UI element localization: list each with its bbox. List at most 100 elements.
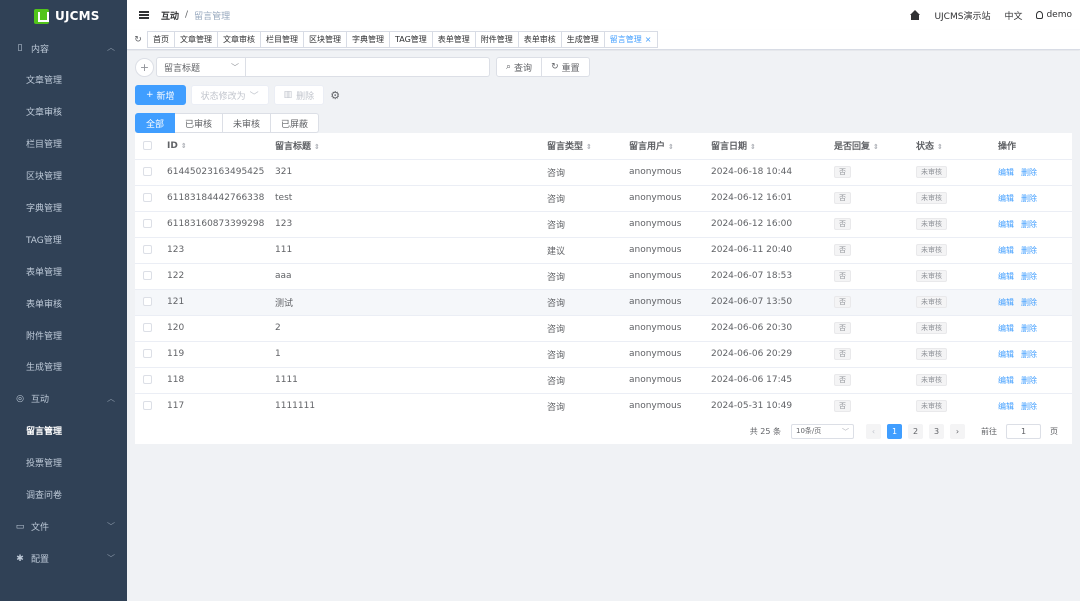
row-checkbox[interactable] (143, 323, 152, 332)
row-checkbox[interactable] (143, 271, 152, 280)
row-checkbox[interactable] (143, 167, 152, 176)
menu-group-config[interactable]: ✱ 配置 ﹀ (0, 543, 127, 575)
user-menu[interactable]: demo (1036, 10, 1072, 20)
edit-link[interactable]: 编辑 (998, 168, 1014, 177)
column-settings-icon[interactable]: ⚙ (329, 89, 341, 102)
row-checkbox[interactable] (143, 219, 152, 228)
sidebar-item-form[interactable]: 表单管理 (0, 255, 127, 287)
refresh-icon[interactable]: ↻ (132, 34, 144, 46)
column-replied[interactable]: 是否回复 ⇕ (834, 133, 916, 160)
search-field-select[interactable]: 留言标题 ﹀ (156, 57, 246, 77)
prev-page-button[interactable]: ‹ (866, 423, 881, 439)
page-size-select[interactable]: 10条/页 ﹀ (791, 423, 854, 439)
column-date[interactable]: 留言日期 ⇕ (711, 133, 834, 160)
delete-link[interactable]: 删除 (1021, 350, 1037, 359)
tab-home[interactable]: 首页 (147, 31, 174, 48)
table-row[interactable]: 119 1 咨询 anonymous 2024-06-06 20:29 否 未审核 编辑 删除 (135, 341, 1072, 368)
tab-attachment[interactable]: 附件管理 (474, 31, 518, 48)
edit-link[interactable]: 编辑 (998, 350, 1014, 359)
tab-article[interactable]: 文章管理 (174, 31, 217, 48)
sidebar-item-dict[interactable]: 字典管理 (0, 192, 127, 224)
delete-button[interactable]: ▥ 删除 (273, 85, 325, 105)
delete-link[interactable]: 删除 (1021, 402, 1037, 411)
delete-link[interactable]: 删除 (1021, 246, 1037, 255)
row-checkbox[interactable] (143, 297, 152, 306)
tab-message[interactable]: 留言管理 × (603, 31, 658, 48)
sidebar-item-article-review[interactable]: 文章审核 (0, 96, 127, 128)
sort-icon[interactable]: ⇕ (873, 143, 879, 151)
table-row[interactable]: 120 2 咨询 anonymous 2024-06-06 20:30 否 未审核 编辑 删除 (135, 315, 1072, 342)
table-row[interactable]: 61183160873399298 123 咨询 anonymous 2024-06-1… (135, 211, 1072, 238)
edit-link[interactable]: 编辑 (998, 246, 1014, 255)
sidebar-item-form-review[interactable]: 表单审核 (0, 287, 127, 319)
sort-icon[interactable]: ⇕ (668, 143, 674, 151)
table-row[interactable]: 122 aaa 咨询 anonymous 2024-06-07 18:53 否 未审核 编辑删… (135, 263, 1072, 290)
menu-group-file[interactable]: ▭ 文件 ﹀ (0, 511, 127, 543)
edit-link[interactable]: 编辑 (998, 324, 1014, 333)
sidebar-item-generate[interactable]: 生成管理 (0, 351, 127, 383)
site-link[interactable]: UJCMS演示站 (934, 9, 990, 22)
status-tab-unreviewed[interactable]: 未审核 (223, 113, 272, 133)
tab-article-review[interactable]: 文章审核 (217, 31, 260, 48)
table-row[interactable]: 118 1111 咨询 anonymous 2024-06-06 17:45 否 未审核 编辑… (135, 367, 1072, 394)
goto-page-input[interactable]: 1 (1006, 423, 1041, 439)
table-row[interactable]: 61183184442766338 test 咨询 anonymous 2024-06-… (135, 185, 1072, 212)
next-page-button[interactable]: › (950, 423, 965, 439)
delete-link[interactable]: 删除 (1021, 376, 1037, 385)
select-all-checkbox[interactable] (143, 140, 152, 150)
sidebar-item-channel[interactable]: 栏目管理 (0, 128, 127, 160)
table-row[interactable]: 117 1111111 咨询 anonymous 2024-05-31 10:49 否 未审… (135, 393, 1072, 420)
table-row[interactable]: 121 测试 咨询 anonymous 2024-06-07 13:50 否 未审核 编辑 删除 (135, 289, 1072, 316)
column-type[interactable]: 留言类型 ⇕ (547, 133, 629, 160)
delete-link[interactable]: 删除 (1021, 168, 1037, 177)
column-user[interactable]: 留言用户 ⇕ (629, 133, 711, 160)
query-button[interactable]: ⌕ 查询 (496, 57, 543, 77)
status-tab-all[interactable]: 全部 (135, 113, 176, 133)
sidebar-item-article[interactable]: 文章管理 (0, 64, 127, 96)
column-title[interactable]: 留言标题 ⇕ (275, 133, 547, 160)
row-checkbox[interactable] (143, 193, 152, 202)
language-switch[interactable]: 中文 (1004, 9, 1022, 22)
table-row[interactable]: 61445023163495425 321 咨询 anonymous 2024-06-1… (135, 159, 1072, 186)
status-change-dropdown[interactable]: 状态修改为 ﹀ (190, 85, 269, 105)
tab-tag[interactable]: TAG管理 (389, 31, 432, 48)
sidebar-item-tag[interactable]: TAG管理 (0, 223, 127, 255)
delete-link[interactable]: 删除 (1021, 298, 1037, 307)
menu-group-interaction[interactable]: ◎ 互动 ︿ (0, 383, 127, 415)
menu-group-content[interactable]: ▯ 内容 ︿ (0, 32, 127, 64)
edit-link[interactable]: 编辑 (998, 376, 1014, 385)
delete-link[interactable]: 删除 (1021, 194, 1037, 203)
edit-link[interactable]: 编辑 (998, 272, 1014, 281)
edit-link[interactable]: 编辑 (998, 194, 1014, 203)
home-icon[interactable] (910, 10, 921, 20)
delete-link[interactable]: 删除 (1021, 324, 1037, 333)
sidebar-item-vote[interactable]: 投票管理 (0, 447, 127, 479)
expand-search-icon[interactable]: + (135, 57, 154, 77)
page-button[interactable]: 1 (887, 423, 902, 439)
sidebar-item-survey[interactable]: 调查问卷 (0, 479, 127, 511)
tab-form-review[interactable]: 表单审核 (517, 31, 561, 48)
status-tab-blocked[interactable]: 已屏蔽 (271, 113, 320, 133)
edit-link[interactable]: 编辑 (998, 298, 1014, 307)
delete-link[interactable]: 删除 (1021, 220, 1037, 229)
column-status[interactable]: 状态 ⇕ (916, 133, 998, 160)
tab-generate[interactable]: 生成管理 (560, 31, 604, 48)
tab-channel[interactable]: 栏目管理 (260, 31, 303, 48)
row-checkbox[interactable] (143, 349, 152, 358)
sort-icon[interactable]: ⇕ (937, 143, 943, 151)
sort-icon[interactable]: ⇕ (181, 142, 187, 150)
sort-icon[interactable]: ⇕ (750, 143, 756, 151)
edit-link[interactable]: 编辑 (998, 402, 1014, 411)
table-row[interactable]: 123 111 建议 anonymous 2024-06-11 20:40 否 未审核 编辑删… (135, 237, 1072, 264)
logo[interactable]: UJCMS (0, 0, 127, 32)
add-button[interactable]: + 新增 (135, 85, 186, 105)
sort-icon[interactable]: ⇕ (314, 143, 320, 151)
sort-icon[interactable]: ⇕ (586, 143, 592, 151)
row-checkbox[interactable] (143, 245, 152, 254)
status-tab-reviewed[interactable]: 已审核 (175, 113, 224, 133)
search-input[interactable] (246, 57, 490, 77)
row-checkbox[interactable] (143, 401, 152, 410)
tab-block[interactable]: 区块管理 (303, 31, 346, 48)
column-id[interactable]: ID ⇕ (167, 133, 275, 160)
sidebar-item-message[interactable]: 留言管理 (0, 415, 127, 447)
